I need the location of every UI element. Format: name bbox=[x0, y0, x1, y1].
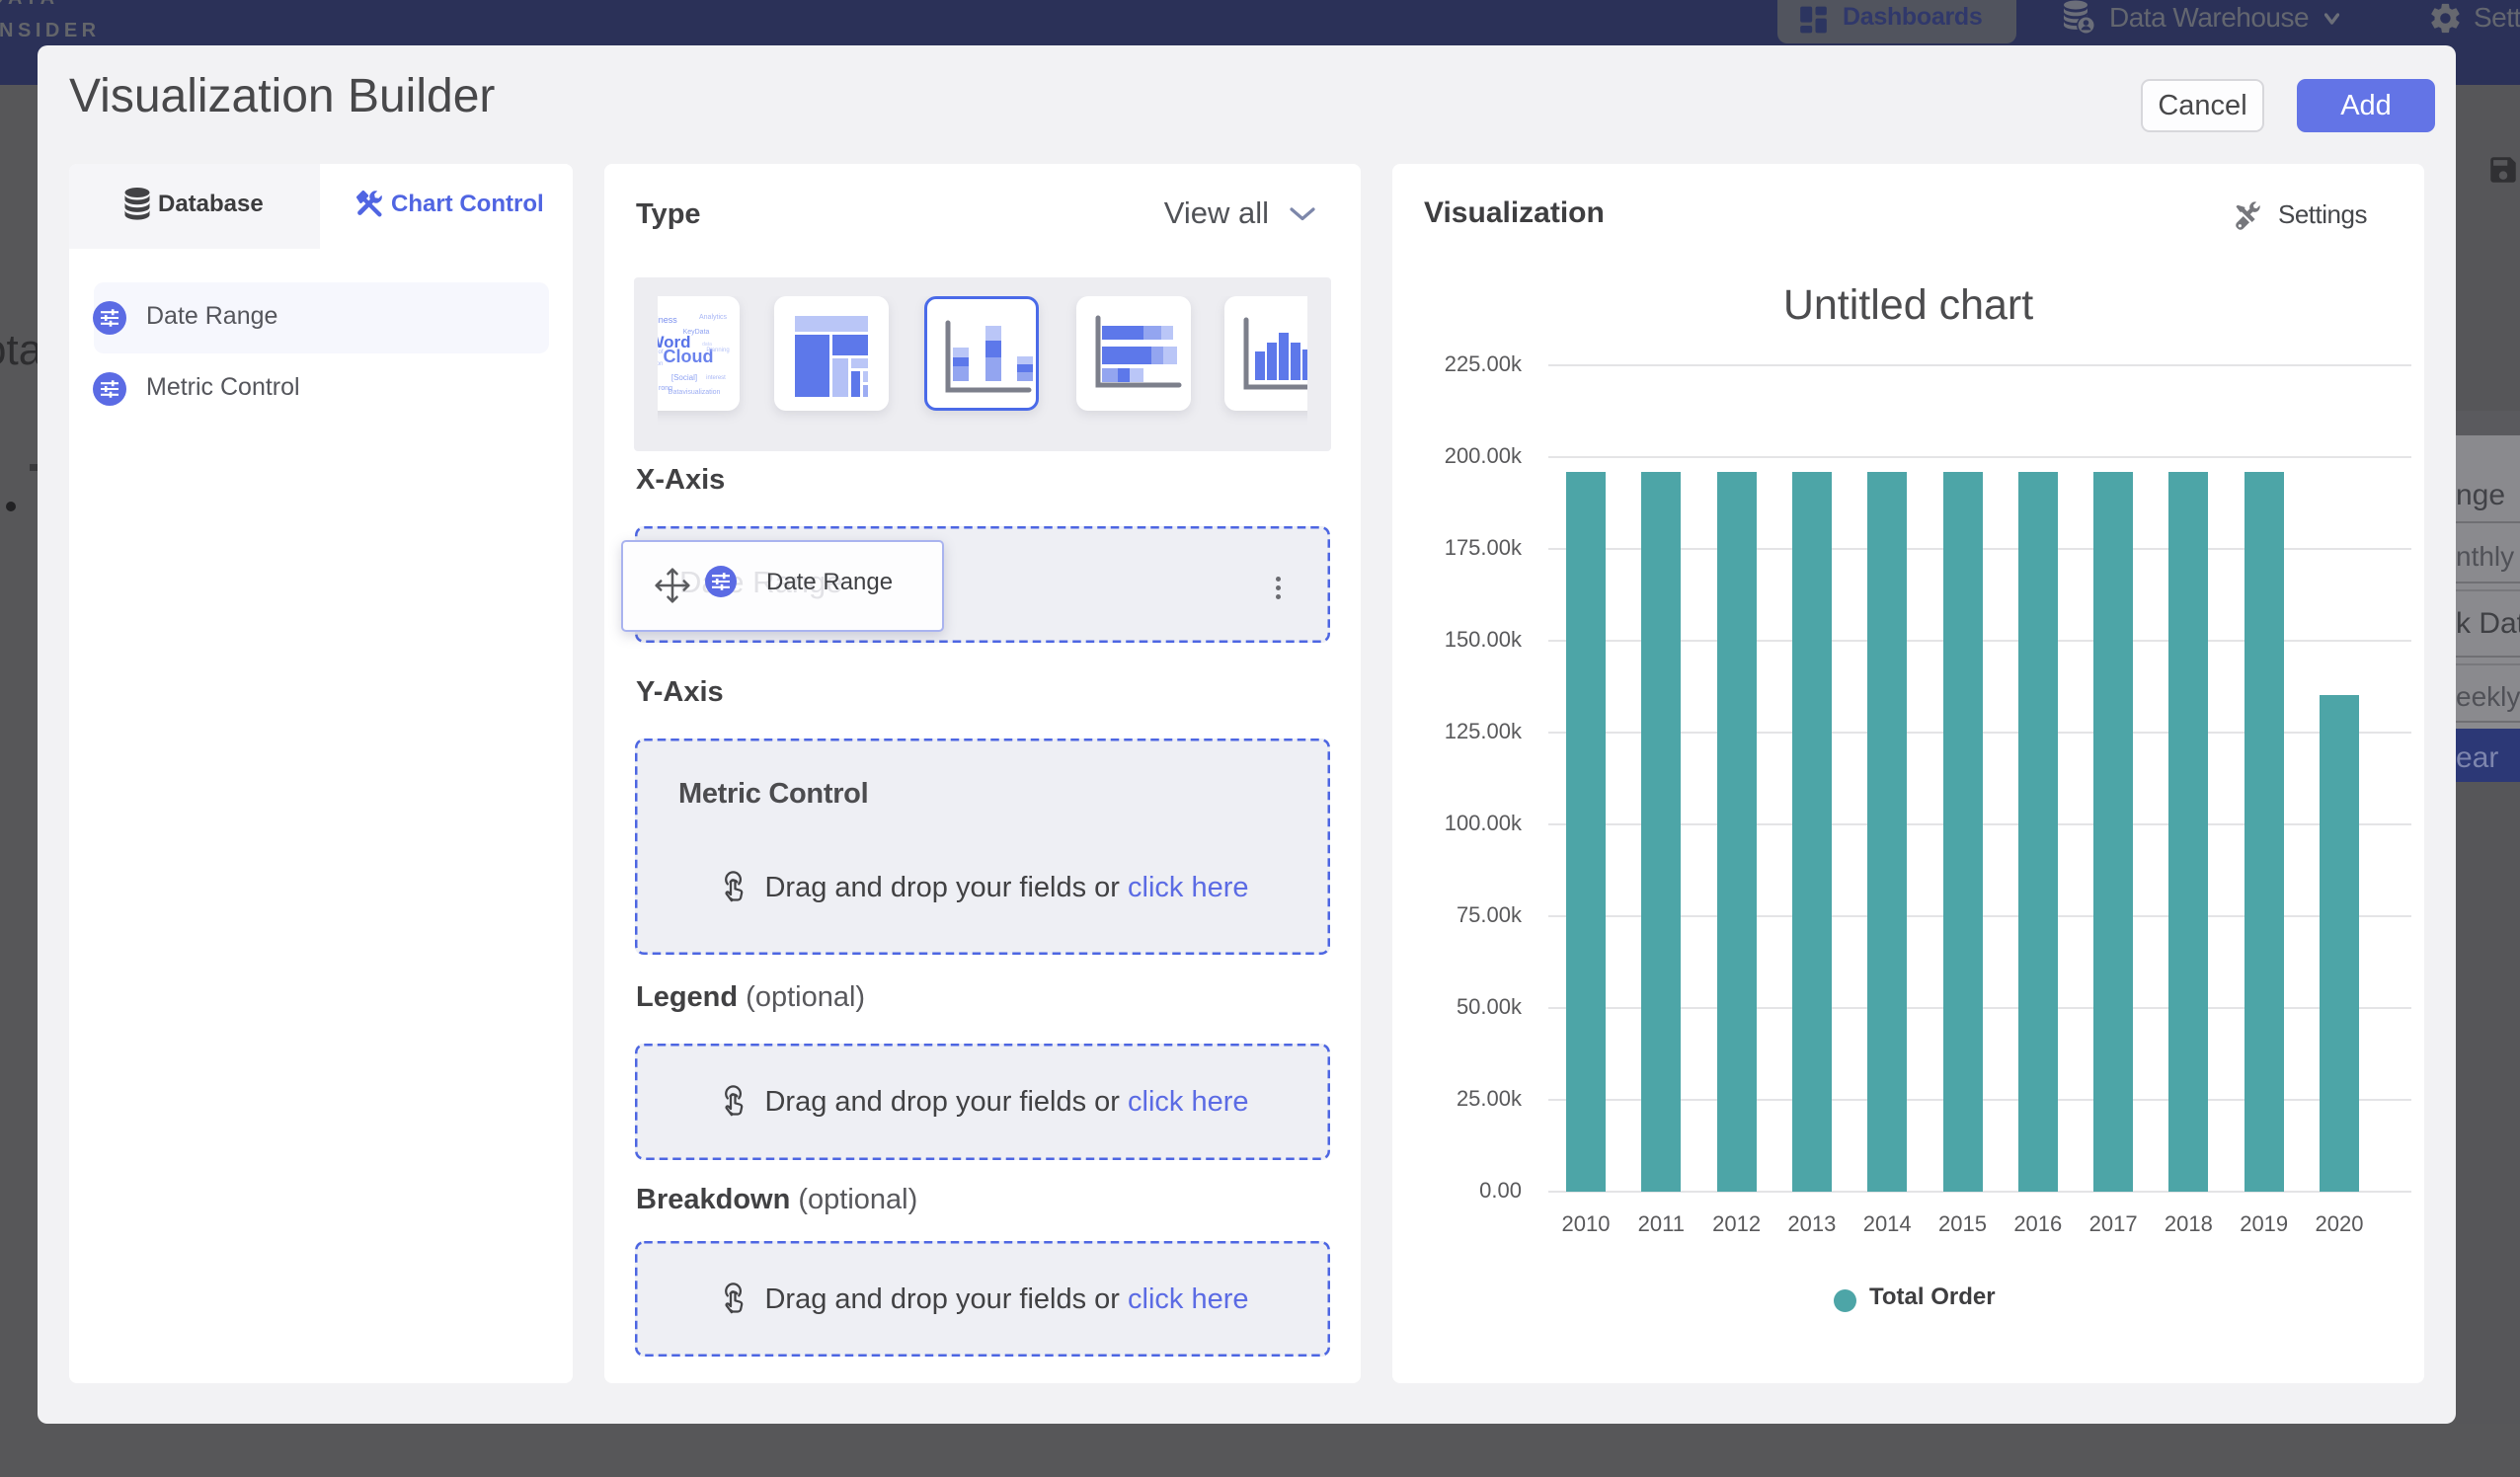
svg-text:interest: interest bbox=[706, 375, 726, 381]
svg-text:KeyData: KeyData bbox=[683, 329, 710, 336]
svg-text:on: on bbox=[658, 361, 663, 367]
svg-text:Planning: Planning bbox=[706, 348, 729, 353]
svg-text:siness: siness bbox=[658, 315, 677, 325]
svg-text:data: data bbox=[702, 342, 712, 348]
svg-text:Datavisualization: Datavisualization bbox=[669, 389, 721, 396]
svg-text:of: of bbox=[658, 350, 663, 355]
svg-text:[Social]: [Social] bbox=[671, 373, 697, 382]
svg-text:Analytics: Analytics bbox=[699, 314, 728, 321]
